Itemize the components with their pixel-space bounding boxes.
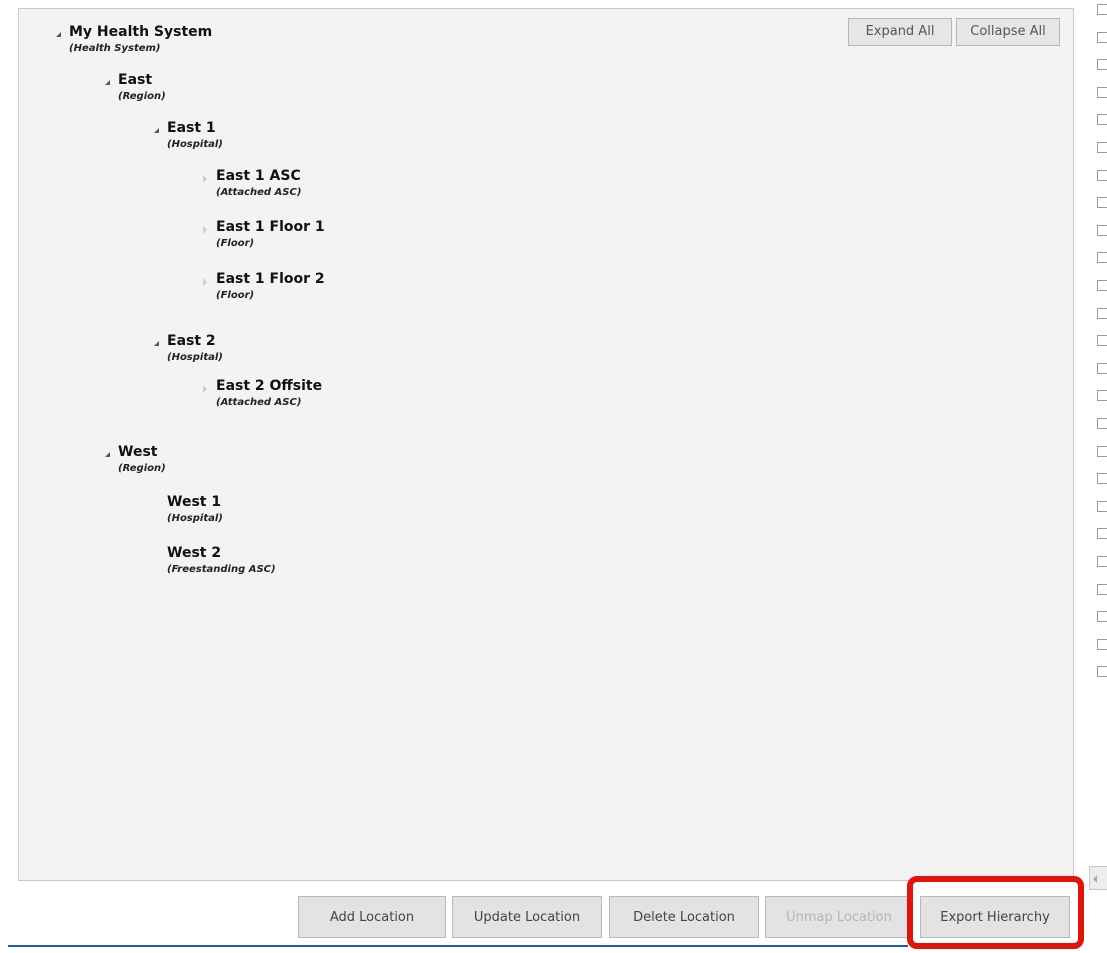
tree-node-name: East — [118, 72, 153, 88]
row-checkbox[interactable] — [1097, 583, 1107, 595]
tree-node-type: (Hospital) — [167, 139, 223, 150]
tree-node-east-1-floor-2[interactable]: East 1 Floor 2 (Floor) — [203, 270, 325, 303]
row-checkbox[interactable] — [1097, 307, 1107, 319]
tree-node-west[interactable]: West (Region) — [105, 443, 166, 476]
tree-node-type: (Floor) — [216, 290, 255, 301]
tree-node-name: My Health System — [69, 24, 213, 40]
tree-node-name: East 2 Offsite — [216, 378, 323, 394]
add-location-button[interactable]: Add Location — [298, 896, 446, 938]
row-checkbox[interactable] — [1097, 31, 1107, 43]
row-checkbox[interactable] — [1097, 500, 1107, 512]
row-checkbox[interactable] — [1097, 666, 1107, 678]
row-checkbox[interactable] — [1097, 528, 1107, 540]
tree-node-name: East 1 — [167, 120, 216, 136]
expanded-arrow-icon[interactable] — [154, 128, 159, 133]
tree-node-type: (Region) — [118, 463, 166, 474]
tree-node-my-health-system[interactable]: My Health System (Health System) — [56, 23, 213, 56]
export-hierarchy-button[interactable]: Export Hierarchy — [920, 896, 1070, 938]
row-checkbox[interactable] — [1097, 169, 1107, 181]
row-checkbox[interactable] — [1097, 114, 1107, 126]
tree-node-type: (Attached ASC) — [216, 187, 302, 198]
bottom-accent-line — [8, 945, 908, 947]
row-checkbox[interactable] — [1097, 252, 1107, 264]
tree-node-east-1[interactable]: East 1 (Hospital) — [154, 119, 223, 152]
tree-node-east-2-offsite[interactable]: East 2 Offsite (Attached ASC) — [203, 377, 323, 410]
tree-node-type: (Region) — [118, 91, 166, 102]
row-checkbox[interactable] — [1097, 611, 1107, 623]
tree-node-east-2[interactable]: East 2 (Hospital) — [154, 332, 223, 365]
tree-node-name: East 1 Floor 1 — [216, 219, 325, 235]
row-checkbox[interactable] — [1097, 390, 1107, 402]
tree-node-east-1-floor-1[interactable]: East 1 Floor 1 (Floor) — [203, 218, 325, 251]
row-checkbox[interactable] — [1097, 418, 1107, 429]
row-checkbox[interactable] — [1097, 142, 1107, 153]
row-checkbox[interactable] — [1097, 335, 1107, 347]
right-scroll-button[interactable] — [1089, 866, 1107, 890]
row-checkbox[interactable] — [1097, 473, 1107, 485]
tree-node-east-1-asc[interactable]: East 1 ASC (Attached ASC) — [203, 167, 302, 200]
unmap-location-button: Unmap Location — [765, 896, 913, 938]
tree-node-east[interactable]: East (Region) — [105, 71, 166, 104]
row-checkbox[interactable] — [1097, 638, 1107, 650]
tree-node-type: (Hospital) — [167, 352, 223, 363]
collapsed-arrow-icon[interactable] — [203, 278, 207, 286]
row-checkbox[interactable] — [1097, 224, 1107, 236]
tree-node-type: (Hospital) — [167, 513, 223, 524]
expanded-arrow-icon[interactable] — [105, 452, 110, 457]
row-checkbox[interactable] — [1097, 556, 1107, 567]
collapse-all-button[interactable]: Collapse All — [956, 18, 1060, 46]
tree-node-name: East 1 Floor 2 — [216, 271, 325, 287]
tree-node-name: West 2 — [167, 545, 222, 561]
row-checkbox[interactable] — [1097, 445, 1107, 457]
tree-node-name: West — [118, 444, 158, 460]
row-checkbox[interactable] — [1097, 59, 1107, 71]
tree-node-type: (Freestanding ASC) — [167, 564, 276, 575]
collapsed-arrow-icon[interactable] — [203, 385, 207, 393]
row-checkbox[interactable] — [1097, 362, 1107, 374]
row-checkbox[interactable] — [1097, 4, 1107, 15]
row-checkbox[interactable] — [1097, 197, 1107, 209]
expanded-arrow-icon[interactable] — [154, 341, 159, 346]
tree-node-name: East 2 — [167, 333, 216, 349]
tree-node-name: West 1 — [167, 494, 222, 510]
expanded-arrow-icon[interactable] — [56, 32, 61, 37]
tree-node-west-1[interactable]: West 1 (Hospital) — [167, 493, 223, 526]
scroll-left-arrow-icon — [1093, 875, 1097, 883]
tree-node-west-2[interactable]: West 2 (Freestanding ASC) — [167, 544, 276, 577]
row-checkbox[interactable] — [1097, 86, 1107, 98]
tree-node-type: (Health System) — [69, 43, 161, 54]
right-checkbox-column — [1095, 0, 1107, 720]
row-checkbox[interactable] — [1097, 280, 1107, 291]
update-location-button[interactable]: Update Location — [452, 896, 602, 938]
expanded-arrow-icon[interactable] — [105, 80, 110, 85]
delete-location-button[interactable]: Delete Location — [609, 896, 759, 938]
expand-all-button[interactable]: Expand All — [848, 18, 952, 46]
collapsed-arrow-icon[interactable] — [203, 175, 207, 183]
tree-node-name: East 1 ASC — [216, 168, 301, 184]
collapsed-arrow-icon[interactable] — [203, 226, 207, 234]
tree-node-type: (Floor) — [216, 238, 255, 249]
tree-node-type: (Attached ASC) — [216, 397, 302, 408]
